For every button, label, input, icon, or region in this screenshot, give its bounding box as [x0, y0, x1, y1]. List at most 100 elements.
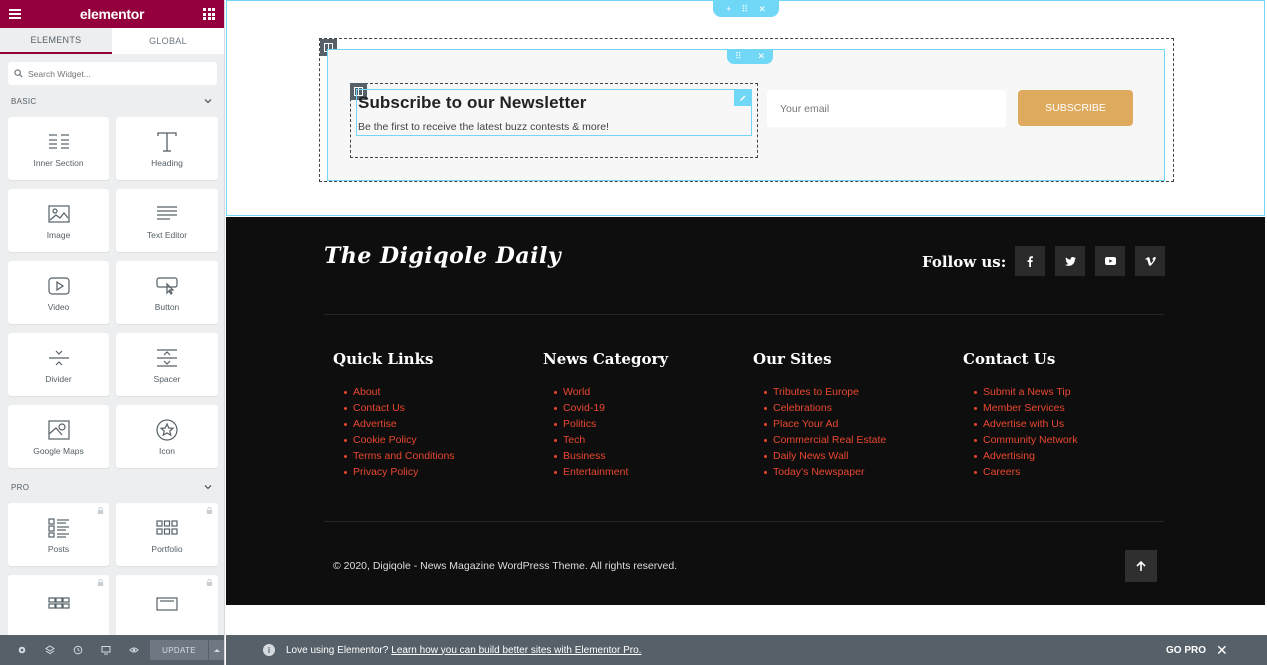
- site-logo[interactable]: The Digiqole Daily: [324, 243, 561, 269]
- navigator-button[interactable]: [36, 635, 64, 665]
- footer-link[interactable]: Terms and Conditions: [344, 448, 455, 464]
- section-label: BASIC: [11, 96, 37, 106]
- twitter-icon: [1064, 256, 1076, 266]
- facebook-link[interactable]: [1015, 246, 1045, 276]
- footer-link[interactable]: Advertise: [344, 416, 455, 432]
- widget-spacer[interactable]: Spacer: [116, 333, 218, 396]
- widget-posts[interactable]: Posts: [8, 503, 109, 566]
- widget-video[interactable]: Video: [8, 261, 109, 324]
- footer-link[interactable]: Advertise with Us: [974, 416, 1078, 432]
- edit-widget-button[interactable]: [734, 89, 752, 106]
- widget-icon[interactable]: Icon: [116, 405, 218, 468]
- footer-link[interactable]: Today’s Newspaper: [763, 464, 886, 480]
- widget-text-editor[interactable]: Text Editor: [116, 189, 218, 252]
- footer-link[interactable]: Place Your Ad: [763, 416, 886, 432]
- search-input[interactable]: [28, 68, 208, 79]
- footer-link[interactable]: Advertising: [974, 448, 1078, 464]
- footer-link[interactable]: Cookie Policy: [344, 432, 455, 448]
- footer-link[interactable]: World: [553, 384, 668, 400]
- heading-icon: [157, 132, 177, 152]
- footer-link[interactable]: Celebrations: [763, 400, 886, 416]
- responsive-button[interactable]: [92, 635, 120, 665]
- desktop-icon: [101, 646, 111, 655]
- column-title: Contact Us: [963, 350, 1056, 368]
- history-button[interactable]: [64, 635, 92, 665]
- inner-section-handle[interactable]: ⠿ ✕: [727, 49, 773, 64]
- footer-link[interactable]: Contact Us: [344, 400, 455, 416]
- drag-icon[interactable]: ⠿: [735, 51, 742, 62]
- drag-icon[interactable]: ⠿: [742, 4, 749, 15]
- close-icon[interactable]: ✕: [757, 51, 765, 62]
- heading-widget[interactable]: Subscribe to our Newsletter Be the first…: [356, 89, 752, 136]
- outer-column[interactable]: ⠿ ✕ Subscribe to our Newsletter Be the f…: [319, 38, 1174, 182]
- widget-label: Text Editor: [146, 230, 188, 240]
- newsletter-section[interactable]: + ⠿ ✕ ⠿ ✕ Subscribe to our Newsletter Be: [226, 0, 1265, 216]
- section-handle[interactable]: + ⠿ ✕: [713, 1, 779, 17]
- settings-button[interactable]: [8, 635, 36, 665]
- section-title-pro[interactable]: PRO: [0, 480, 224, 494]
- widget-google-maps[interactable]: Google Maps: [8, 405, 109, 468]
- widget-label: Portfolio: [151, 544, 183, 554]
- footer-link[interactable]: Privacy Policy: [344, 464, 455, 480]
- add-icon[interactable]: +: [726, 4, 731, 14]
- footer-link[interactable]: Covid-19: [553, 400, 668, 416]
- email-field[interactable]: [767, 90, 1006, 127]
- twitter-link[interactable]: [1055, 246, 1085, 276]
- footer-link[interactable]: Careers: [974, 464, 1078, 480]
- widget-label: Posts: [47, 544, 70, 554]
- subscribe-button[interactable]: SUBSCRIBE: [1018, 90, 1133, 126]
- footer-column-our-sites: Our Sites Tributes to Europe Celebration…: [753, 350, 886, 480]
- inner-column[interactable]: Subscribe to our Newsletter Be the first…: [350, 83, 758, 158]
- menu-icon[interactable]: [9, 7, 21, 21]
- section-label: PRO: [11, 482, 30, 492]
- inner-section[interactable]: ⠿ ✕ Subscribe to our Newsletter Be the f…: [327, 49, 1165, 181]
- footer-link[interactable]: Member Services: [974, 400, 1078, 416]
- widget-button[interactable]: Button: [116, 261, 218, 324]
- youtube-icon: [1104, 257, 1116, 265]
- chevron-down-icon: [204, 485, 212, 490]
- footer-column-news-category: News Category World Covid-19 Politics Te…: [543, 350, 668, 480]
- footer-link[interactable]: Submit a News Tip: [974, 384, 1078, 400]
- footer-link[interactable]: Politics: [553, 416, 668, 432]
- widget-inner-section[interactable]: Inner Section: [8, 117, 109, 180]
- vimeo-link[interactable]: [1135, 246, 1165, 276]
- button-icon: [156, 277, 178, 295]
- footer-link[interactable]: Entertainment: [553, 464, 668, 480]
- gallery-icon: [47, 597, 70, 609]
- widgets-grid-icon[interactable]: [203, 8, 215, 20]
- promo-text: Love using Elementor?: [286, 644, 389, 656]
- preview-button[interactable]: [120, 635, 148, 665]
- widget-slides[interactable]: [116, 575, 218, 638]
- footer-link[interactable]: Community Network: [974, 432, 1078, 448]
- footer-link[interactable]: Daily News Wall: [763, 448, 886, 464]
- tab-global[interactable]: GLOBAL: [112, 28, 224, 54]
- widget-gallery[interactable]: [8, 575, 109, 638]
- footer-link[interactable]: Commercial Real Estate: [763, 432, 886, 448]
- update-options-button[interactable]: [209, 640, 224, 660]
- widget-label: Divider: [45, 374, 72, 384]
- promo-link[interactable]: Learn how you can build better sites wit…: [391, 645, 641, 656]
- footer-link[interactable]: Tech: [553, 432, 668, 448]
- widget-divider[interactable]: Divider: [8, 333, 109, 396]
- youtube-link[interactable]: [1095, 246, 1125, 276]
- text-editor-icon: [157, 206, 177, 220]
- widget-portfolio[interactable]: Portfolio: [116, 503, 218, 566]
- close-icon[interactable]: ✕: [1216, 642, 1228, 659]
- footer-link[interactable]: Tributes to Europe: [763, 384, 886, 400]
- posts-icon: [47, 518, 69, 538]
- back-to-top-button[interactable]: [1125, 550, 1157, 582]
- go-pro-button[interactable]: GO PRO: [1166, 645, 1206, 656]
- widget-image[interactable]: Image: [8, 189, 109, 252]
- close-icon[interactable]: ✕: [758, 4, 766, 15]
- footer-link[interactable]: About: [344, 384, 455, 400]
- widget-label: Inner Section: [33, 158, 84, 168]
- footer-link[interactable]: Business: [553, 448, 668, 464]
- widget-search: [8, 62, 217, 85]
- widget-label: Google Maps: [33, 446, 84, 456]
- widget-label: Icon: [158, 446, 176, 456]
- section-title-basic[interactable]: BASIC: [0, 94, 224, 108]
- widget-heading[interactable]: Heading: [116, 117, 218, 180]
- update-button[interactable]: UPDATE: [150, 640, 208, 660]
- tab-elements[interactable]: ELEMENTS: [0, 28, 112, 54]
- newsletter-title: Subscribe to our Newsletter: [358, 93, 587, 112]
